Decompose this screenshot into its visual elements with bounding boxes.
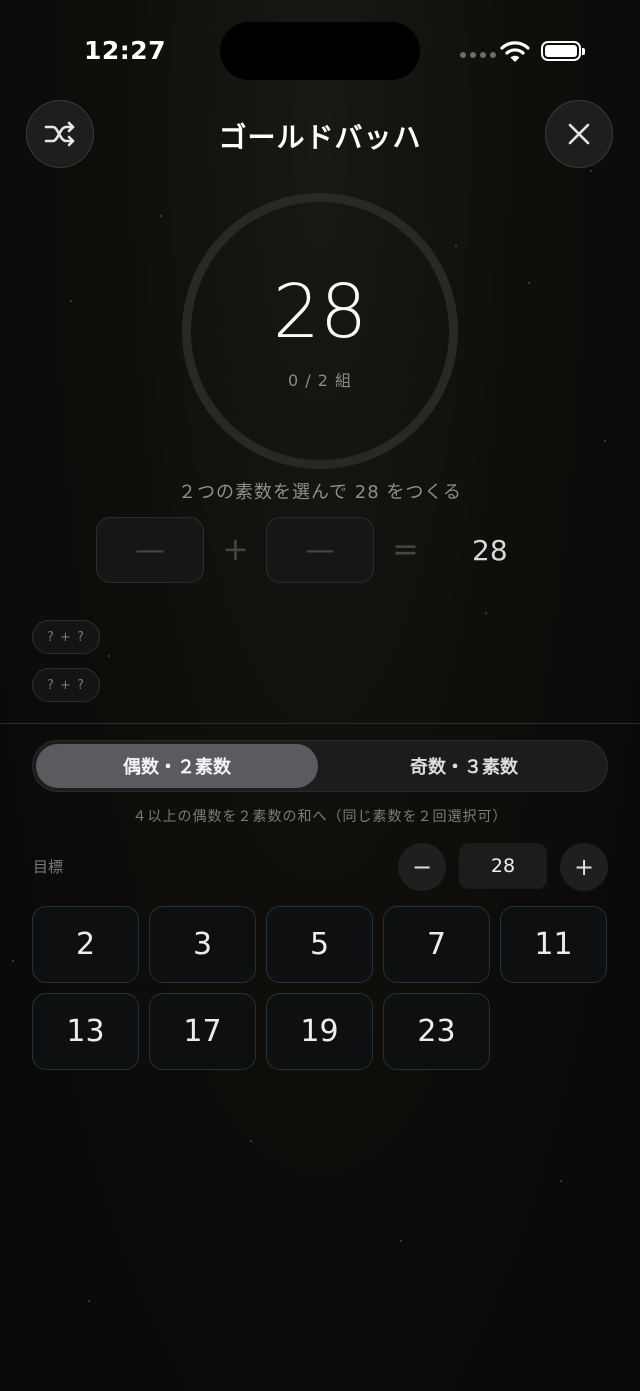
prime-button-23[interactable]: 23 [383, 993, 490, 1070]
close-button[interactable] [545, 100, 613, 168]
battery-icon [541, 41, 585, 61]
plus-sign: + [222, 530, 249, 568]
target-label: 目標 [33, 858, 64, 876]
prime-button-11[interactable]: 11 [500, 906, 607, 983]
found-pair-2: ? + ? [32, 668, 100, 702]
wifi-icon [500, 41, 530, 62]
close-icon [568, 123, 590, 145]
prime-button-2[interactable]: 2 [32, 906, 139, 983]
ring-target-number: 28 [272, 269, 368, 355]
prime-button-19[interactable]: 19 [266, 993, 373, 1070]
decrement-target-button[interactable]: − [398, 843, 446, 891]
prime-button-5[interactable]: 5 [266, 906, 373, 983]
dynamic-island [220, 22, 420, 80]
answer-slot-1[interactable]: — [96, 517, 204, 583]
target-value: 28 [459, 843, 547, 889]
cellular-signal-icon [460, 52, 496, 58]
answer-slot-2[interactable]: — [266, 517, 374, 583]
ring-progress-text: 0 / 2 組 [287, 371, 352, 390]
equals-sign: = [392, 530, 419, 568]
progress-ring: 28 0 / 2 組 [182, 193, 458, 469]
mode-description: ４以上の偶数を２素数の和へ（同じ素数を２回選択可） [132, 809, 508, 825]
equation-target: 28 [472, 534, 508, 567]
increment-target-button[interactable]: + [560, 843, 608, 891]
status-time: 12:27 [84, 36, 167, 65]
divider [0, 723, 640, 724]
prime-button-3[interactable]: 3 [149, 906, 256, 983]
mode-segmented-control: 偶数・２素数 奇数・３素数 [32, 740, 608, 792]
mode-tab-even[interactable]: 偶数・２素数 [36, 744, 318, 788]
found-pair-1: ? + ? [32, 620, 100, 654]
mode-tab-odd[interactable]: 奇数・３素数 [323, 744, 605, 788]
prime-button-17[interactable]: 17 [149, 993, 256, 1070]
prime-button-7[interactable]: 7 [383, 906, 490, 983]
instruction-text: ２つの素数を選んで 28 をつくる [177, 482, 463, 503]
prime-button-13[interactable]: 13 [32, 993, 139, 1070]
page-title: ゴールドバッハ [218, 121, 422, 154]
